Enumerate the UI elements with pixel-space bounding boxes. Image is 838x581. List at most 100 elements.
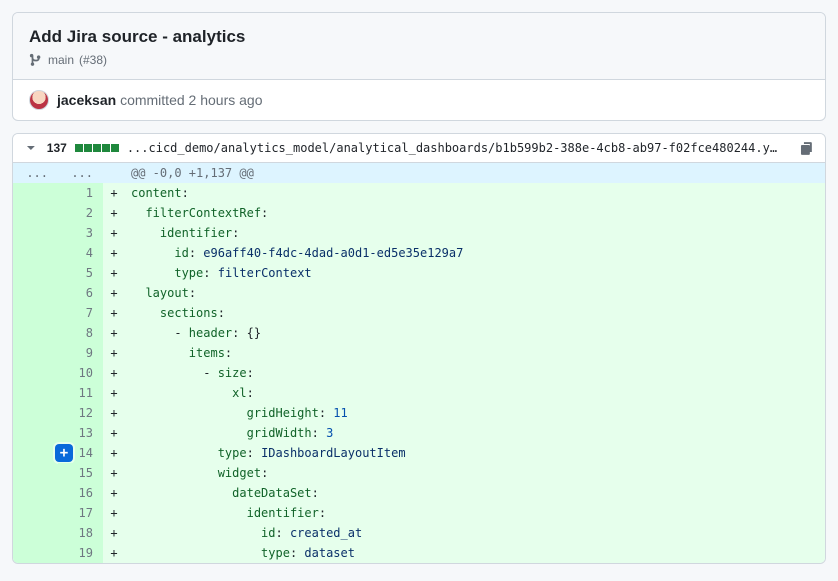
- diff-sign: +: [103, 203, 125, 223]
- code-cell: sections:: [125, 303, 825, 323]
- new-line-number[interactable]: 13: [58, 423, 103, 443]
- commit-meta: jaceksan committed 2 hours ago: [13, 80, 825, 120]
- code-cell: gridWidth: 3: [125, 423, 825, 443]
- old-line-number: [13, 543, 58, 563]
- diff-sign: +: [103, 243, 125, 263]
- diff-line[interactable]: 7+ sections:: [13, 303, 825, 323]
- copy-icon[interactable]: [799, 140, 815, 156]
- diff-line[interactable]: 4+ id: e96aff40-f4dc-4dad-a0d1-ed5e35e12…: [13, 243, 825, 263]
- code-cell: identifier:: [125, 503, 825, 523]
- file-diff: 137 ...cicd_demo/analytics_model/analyti…: [12, 133, 826, 564]
- old-line-number: [13, 483, 58, 503]
- file-path[interactable]: ...cicd_demo/analytics_model/analytical_…: [127, 141, 783, 155]
- new-line-number[interactable]: 8: [58, 323, 103, 343]
- code-cell: items:: [125, 343, 825, 363]
- old-line-number: [13, 403, 58, 423]
- diff-line[interactable]: 2+ filterContextRef:: [13, 203, 825, 223]
- expand-icon[interactable]: ...: [13, 163, 58, 183]
- new-line-number[interactable]: 11: [58, 383, 103, 403]
- diff-table: ......@@ -0,0 +1,137 @@1+content:2+ filt…: [13, 163, 825, 563]
- diff-line[interactable]: 17+ identifier:: [13, 503, 825, 523]
- expand-icon[interactable]: ...: [58, 163, 103, 183]
- branch-name[interactable]: main: [48, 53, 74, 67]
- new-line-number[interactable]: 10: [58, 363, 103, 383]
- new-line-number[interactable]: 15: [58, 463, 103, 483]
- code-cell: layout:: [125, 283, 825, 303]
- add-comment-icon[interactable]: +: [55, 444, 73, 462]
- diff-line[interactable]: 8+ - header: {}: [13, 323, 825, 343]
- diff-sign: +: [103, 323, 125, 343]
- avatar[interactable]: [29, 90, 49, 110]
- diff-line[interactable]: 10+ - size:: [13, 363, 825, 383]
- diff-sign: +: [103, 303, 125, 323]
- new-line-number[interactable]: 5: [58, 263, 103, 283]
- code-cell: content:: [125, 183, 825, 203]
- new-line-number[interactable]: 2: [58, 203, 103, 223]
- diff-line[interactable]: 13+ gridWidth: 3: [13, 423, 825, 443]
- diff-sign: +: [103, 523, 125, 543]
- old-line-number: [13, 203, 58, 223]
- new-line-number[interactable]: 4: [58, 243, 103, 263]
- commit-title: Add Jira source - analytics: [29, 27, 809, 47]
- diff-sign: +: [103, 543, 125, 563]
- old-line-number: [13, 243, 58, 263]
- code-cell: xl:: [125, 383, 825, 403]
- old-line-number: [13, 283, 58, 303]
- diffstat-blocks: [75, 144, 119, 152]
- code-cell: id: e96aff40-f4dc-4dad-a0d1-ed5e35e129a7: [125, 243, 825, 263]
- diff-line[interactable]: 11+ xl:: [13, 383, 825, 403]
- commit-time: 2 hours ago: [189, 92, 263, 108]
- diff-sign: +: [103, 263, 125, 283]
- new-line-number[interactable]: 12: [58, 403, 103, 423]
- diff-sign: +: [103, 343, 125, 363]
- diff-sign: +: [103, 403, 125, 423]
- new-line-number[interactable]: 6: [58, 283, 103, 303]
- old-line-number: [13, 423, 58, 443]
- diff-sign: +: [103, 283, 125, 303]
- old-line-number: [13, 323, 58, 343]
- old-line-number: [13, 443, 58, 463]
- chevron-down-icon[interactable]: [23, 140, 39, 156]
- old-line-number: [13, 223, 58, 243]
- new-line-number[interactable]: 17: [58, 503, 103, 523]
- diff-line[interactable]: 5+ type: filterContext: [13, 263, 825, 283]
- old-line-number: [13, 183, 58, 203]
- code-cell: type: IDashboardLayoutItem: [125, 443, 825, 463]
- branch-row: main (#38): [29, 53, 809, 67]
- file-header: 137 ...cicd_demo/analytics_model/analyti…: [13, 134, 825, 163]
- new-line-number[interactable]: 3: [58, 223, 103, 243]
- code-cell: gridHeight: 11: [125, 403, 825, 423]
- new-line-number[interactable]: 1: [58, 183, 103, 203]
- diff-line[interactable]: 18+ id: created_at: [13, 523, 825, 543]
- new-line-number[interactable]: 19: [58, 543, 103, 563]
- code-cell: identifier:: [125, 223, 825, 243]
- new-line-number[interactable]: 9: [58, 343, 103, 363]
- new-line-number[interactable]: 16: [58, 483, 103, 503]
- diff-line[interactable]: 19+ type: dataset: [13, 543, 825, 563]
- hunk-header: ...... @@ -0,0 +1,137 @@: [13, 163, 825, 183]
- diff-line[interactable]: 3+ identifier:: [13, 223, 825, 243]
- new-line-number[interactable]: 18: [58, 523, 103, 543]
- diff-line[interactable]: 6+ layout:: [13, 283, 825, 303]
- new-line-number[interactable]: +14: [58, 443, 103, 463]
- code-cell: dateDataSet:: [125, 483, 825, 503]
- new-line-number[interactable]: 7: [58, 303, 103, 323]
- diff-sign: +: [103, 443, 125, 463]
- pr-number[interactable]: (#38): [79, 53, 107, 67]
- old-line-number: [13, 263, 58, 283]
- diff-line[interactable]: 15+ widget:: [13, 463, 825, 483]
- diff-sign: +: [103, 483, 125, 503]
- diff-line[interactable]: 9+ items:: [13, 343, 825, 363]
- diff-line[interactable]: 12+ gridHeight: 11: [13, 403, 825, 423]
- diff-line[interactable]: 16+ dateDataSet:: [13, 483, 825, 503]
- diff-sign: +: [103, 423, 125, 443]
- hunk-range: @@ -0,0 +1,137 @@: [125, 163, 825, 183]
- old-line-number: [13, 503, 58, 523]
- diff-line[interactable]: 1+content:: [13, 183, 825, 203]
- old-line-number: [13, 363, 58, 383]
- diff-line[interactable]: +14+ type: IDashboardLayoutItem: [13, 443, 825, 463]
- diff-sign: +: [103, 363, 125, 383]
- code-cell: type: dataset: [125, 543, 825, 563]
- old-line-number: [13, 523, 58, 543]
- author-login[interactable]: jaceksan: [57, 92, 116, 108]
